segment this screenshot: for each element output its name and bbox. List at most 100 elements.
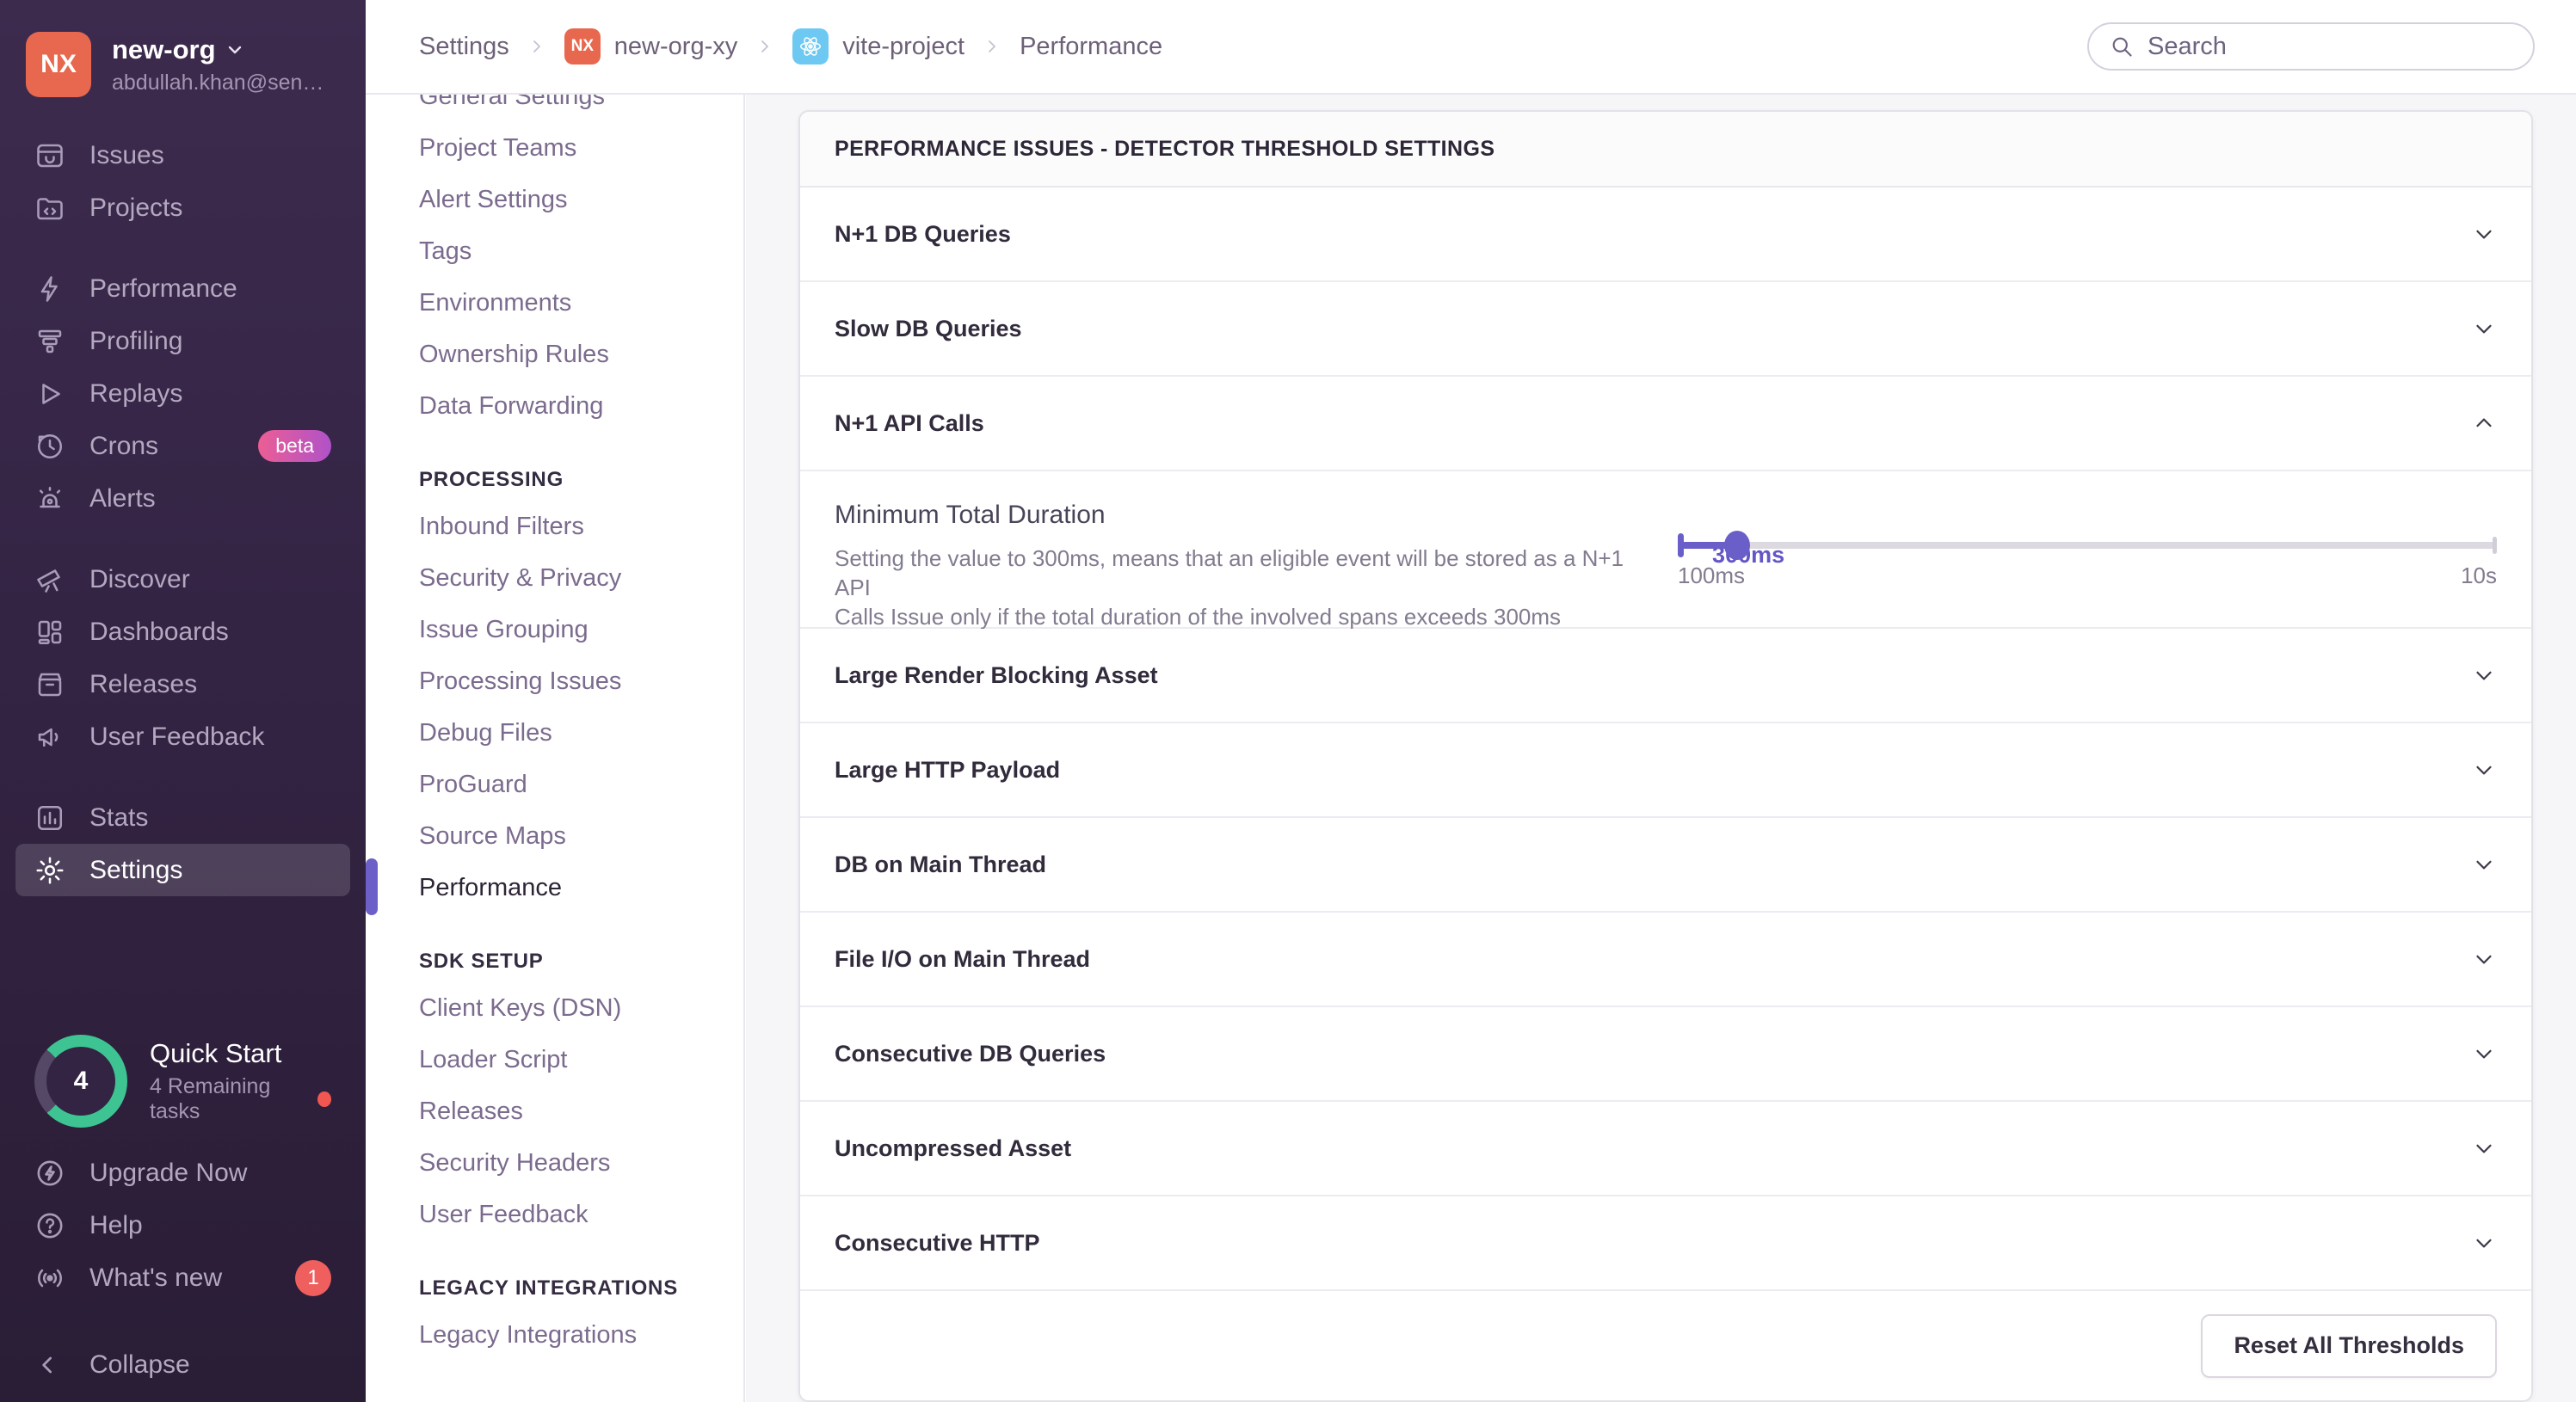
sidebar-item-upgrade[interactable]: Upgrade Now: [15, 1147, 350, 1199]
subnav-alert-settings[interactable]: Alert Settings: [366, 174, 743, 225]
chevron-down-icon: [2471, 852, 2497, 877]
play-icon: [34, 378, 65, 409]
org-name: new-org: [112, 34, 216, 65]
chevron-down-icon: [2471, 1041, 2497, 1067]
subnav-environments[interactable]: Environments: [366, 277, 743, 329]
subnav-tags[interactable]: Tags: [366, 225, 743, 277]
subnav-proguard[interactable]: ProGuard: [366, 759, 743, 810]
subnav-loader-script[interactable]: Loader Script: [366, 1034, 743, 1085]
panel-title: PERFORMANCE ISSUES - DETECTOR THRESHOLD …: [800, 112, 2531, 188]
quickstart-subtitle: 4 Remaining tasks: [150, 1074, 271, 1123]
sidebar-item-dashboards[interactable]: Dashboards: [15, 606, 350, 658]
subnav-ownership-rules[interactable]: Ownership Rules: [366, 329, 743, 380]
subnav-user-feedback[interactable]: User Feedback: [366, 1189, 743, 1240]
org-switcher[interactable]: NX new-org abdullah.khan@sen…: [0, 0, 366, 129]
sidebar-nav: Issues Projects Performance Profiling Re…: [0, 129, 366, 896]
sidebar-item-stats[interactable]: Stats: [15, 791, 350, 844]
subnav-security-headers[interactable]: Security Headers: [366, 1137, 743, 1189]
search-box[interactable]: [2087, 22, 2535, 71]
chevron-down-icon: [2471, 946, 2497, 972]
settings-subnav: General Settings Project Teams Alert Set…: [366, 0, 745, 1402]
sidebar-item-issues[interactable]: Issues: [15, 129, 350, 181]
breadcrumb: Settings NX new-org-xy vite-project Perf…: [419, 28, 1162, 65]
chevron-left-icon: [34, 1351, 62, 1379]
sidebar-item-profiling[interactable]: Profiling: [15, 315, 350, 367]
sidebar-item-whats-new[interactable]: What's new 1: [15, 1251, 350, 1304]
subnav-heading-sdk-setup: SDK SETUP: [419, 950, 544, 973]
slider-track[interactable]: [1678, 531, 2497, 560]
upgrade-icon: [34, 1158, 65, 1189]
subnav-data-forwarding[interactable]: Data Forwarding: [366, 380, 743, 432]
beta-badge: beta: [258, 430, 331, 462]
sidebar-item-user-feedback[interactable]: User Feedback: [15, 710, 350, 763]
chevron-down-icon: [2471, 221, 2497, 247]
sidebar-item-discover[interactable]: Discover: [15, 553, 350, 606]
sidebar-item-help[interactable]: Help: [15, 1199, 350, 1251]
react-project-icon: [792, 28, 829, 65]
chevron-right-icon: [527, 36, 547, 57]
help-icon: [34, 1210, 65, 1241]
subnav-performance[interactable]: Performance: [366, 858, 743, 915]
accordion-n1-api-calls[interactable]: N+1 API Calls: [800, 377, 2531, 471]
accordion-large-http-payload[interactable]: Large HTTP Payload: [800, 723, 2531, 818]
org-email: abdullah.khan@sen…: [112, 70, 324, 95]
subnav-debug-files[interactable]: Debug Files: [366, 707, 743, 759]
sidebar-item-projects[interactable]: Projects: [15, 181, 350, 234]
breadcrumb-settings[interactable]: Settings: [419, 33, 509, 61]
threshold-setting-description: Setting the value to 300ms, means that a…: [835, 545, 1624, 630]
gear-icon: [34, 855, 65, 886]
collapse-button[interactable]: Collapse: [0, 1328, 366, 1402]
chevron-right-icon: [755, 36, 775, 57]
sidebar-item-replays[interactable]: Replays: [15, 367, 350, 420]
main-content: PERFORMANCE ISSUES - DETECTOR THRESHOLD …: [746, 95, 2576, 1402]
breadcrumb-page: Performance: [1020, 32, 1163, 60]
chevron-down-icon: [2471, 1135, 2497, 1161]
whats-new-badge: 1: [295, 1259, 331, 1296]
megaphone-icon: [34, 722, 65, 753]
subnav-source-maps[interactable]: Source Maps: [366, 810, 743, 862]
lightning-icon: [34, 274, 65, 304]
accordion-slow-db-queries[interactable]: Slow DB Queries: [800, 282, 2531, 377]
quickstart-panel[interactable]: 4 Quick Start 4 Remaining tasks: [15, 1030, 350, 1133]
slider-max-label: 10s: [2461, 563, 2497, 588]
chevron-down-icon: [2471, 316, 2497, 341]
sidebar-item-performance[interactable]: Performance: [15, 262, 350, 315]
subnav-security-privacy[interactable]: Security & Privacy: [366, 552, 743, 604]
clock-icon: [34, 431, 65, 462]
accordion-n1-db-queries[interactable]: N+1 DB Queries: [800, 188, 2531, 282]
subnav-legacy-integrations[interactable]: Legacy Integrations: [366, 1309, 743, 1361]
accordion-consecutive-http[interactable]: Consecutive HTTP: [800, 1196, 2531, 1291]
breadcrumb-project[interactable]: vite-project: [792, 28, 964, 65]
breadcrumb-org[interactable]: NX new-org-xy: [564, 28, 737, 65]
subnav-processing-issues[interactable]: Processing Issues: [366, 655, 743, 707]
sidebar-item-releases[interactable]: Releases: [15, 658, 350, 710]
accordion-large-render-blocking-asset[interactable]: Large Render Blocking Asset: [800, 629, 2531, 723]
accordion-file-io-on-main-thread[interactable]: File I/O on Main Thread: [800, 913, 2531, 1007]
subnav-heading-processing: PROCESSING: [419, 468, 564, 491]
chevron-down-icon: [2471, 662, 2497, 688]
chevron-down-icon: [2471, 757, 2497, 783]
accordion-uncompressed-asset[interactable]: Uncompressed Asset: [800, 1102, 2531, 1196]
threshold-setting-title: Minimum Total Duration: [835, 501, 1106, 529]
slider-min-cap: [1678, 533, 1684, 557]
telescope-icon: [34, 564, 65, 595]
slider-thumb[interactable]: [1724, 531, 1751, 560]
subnav-inbound-filters[interactable]: Inbound Filters: [366, 501, 743, 552]
subnav-issue-grouping[interactable]: Issue Grouping: [366, 604, 743, 655]
subnav-client-keys[interactable]: Client Keys (DSN): [366, 982, 743, 1034]
subnav-project-teams[interactable]: Project Teams: [366, 122, 743, 174]
accordion-consecutive-db-queries[interactable]: Consecutive DB Queries: [800, 1007, 2531, 1102]
broadcast-icon: [34, 1263, 65, 1294]
sidebar-item-settings[interactable]: Settings: [15, 844, 350, 896]
n1-api-calls-detail: Minimum Total Duration Setting the value…: [800, 471, 2531, 630]
sidebar-item-crons[interactable]: Crons beta: [15, 420, 350, 472]
panel-footer: Reset All Thresholds: [800, 1291, 2531, 1400]
slider-max-cap: [2493, 537, 2497, 554]
dashboards-icon: [34, 617, 65, 648]
accordion-db-on-main-thread[interactable]: DB on Main Thread: [800, 818, 2531, 913]
subnav-releases[interactable]: Releases: [366, 1085, 743, 1137]
search-input[interactable]: [2148, 32, 2512, 61]
projects-icon: [34, 193, 65, 224]
sidebar-item-alerts[interactable]: Alerts: [15, 472, 350, 525]
reset-all-thresholds-button[interactable]: Reset All Thresholds: [2201, 1313, 2497, 1378]
